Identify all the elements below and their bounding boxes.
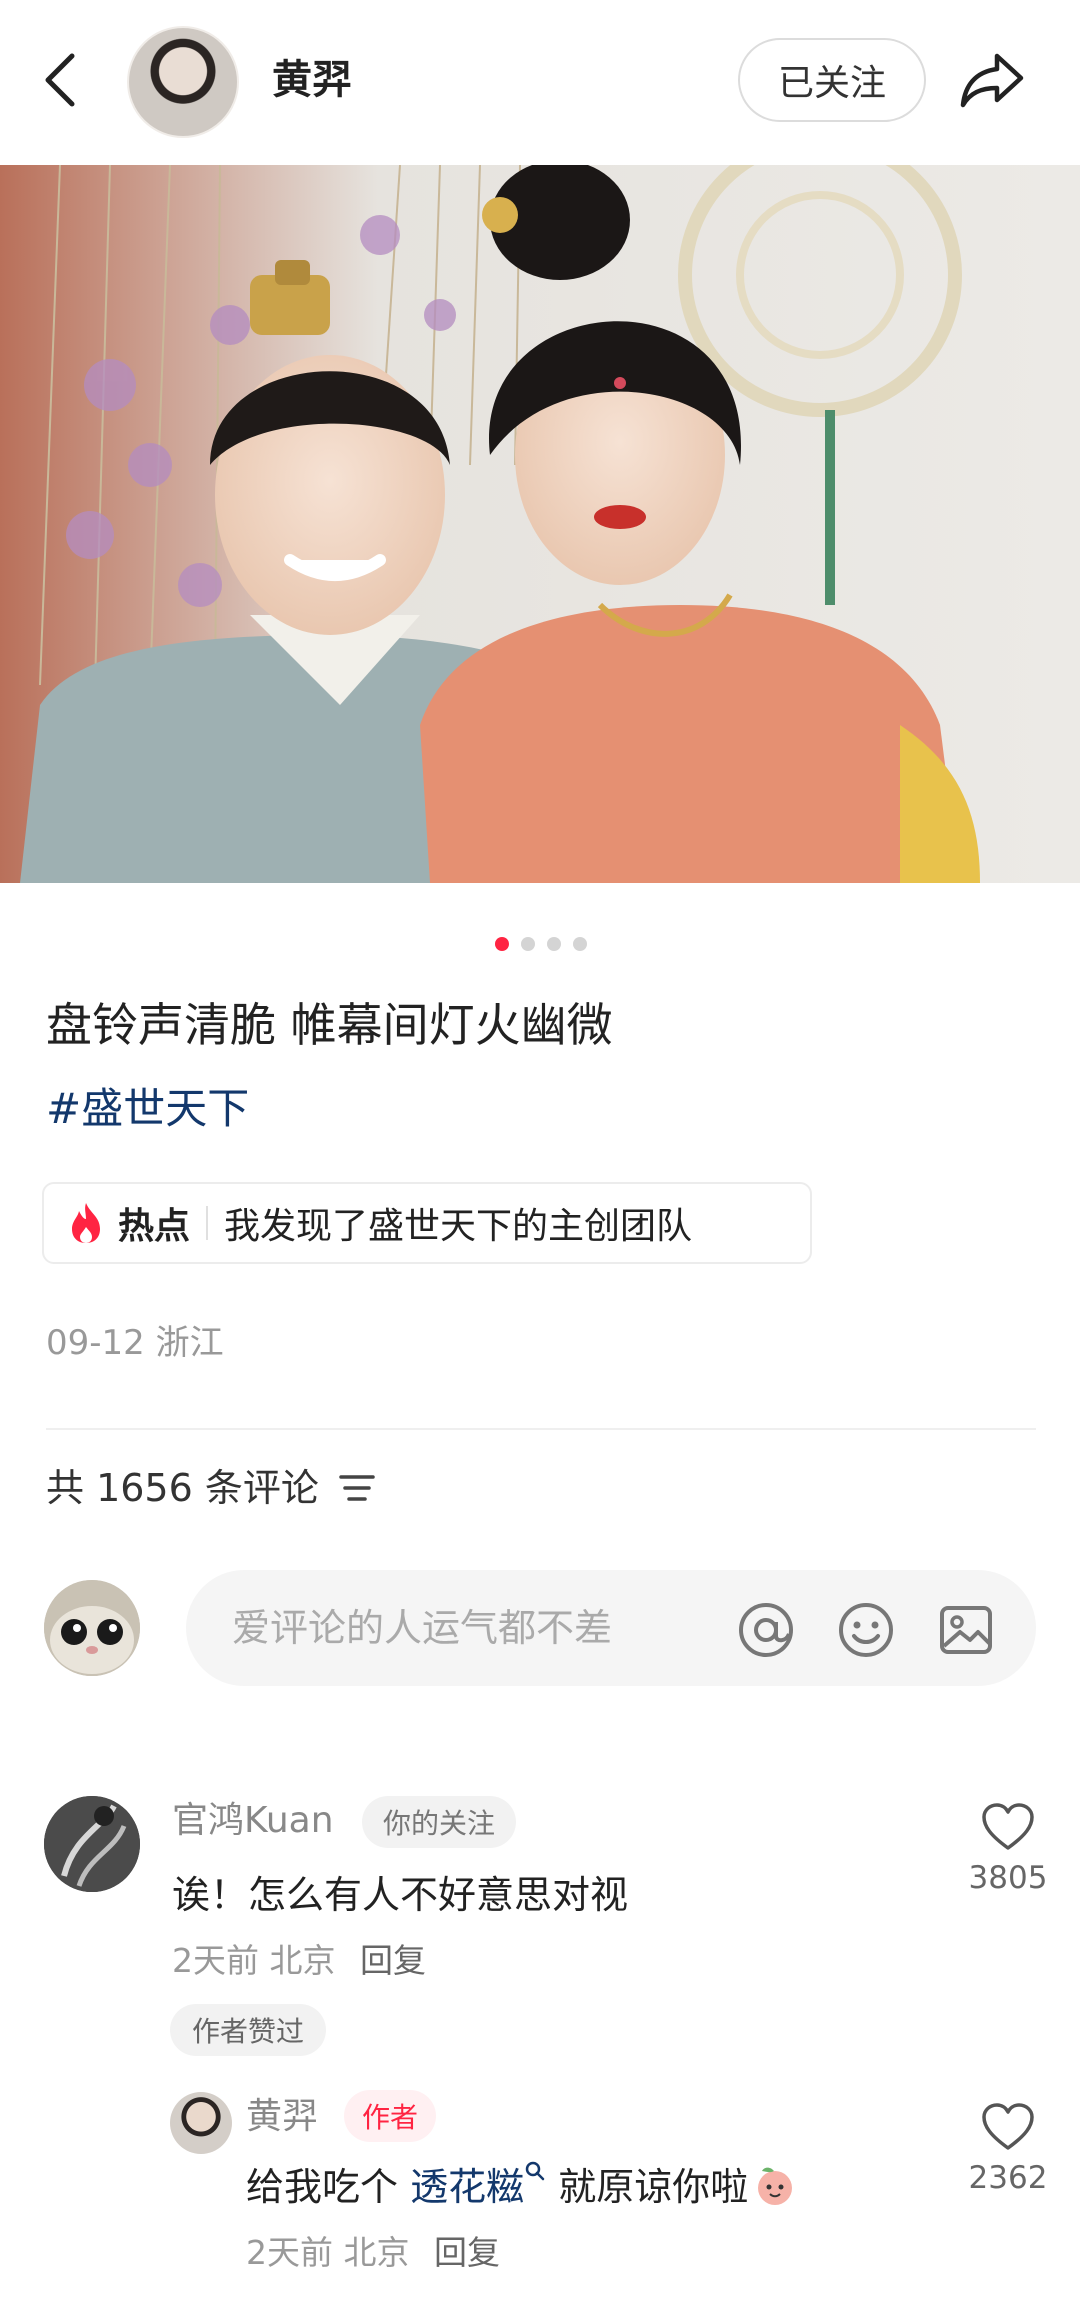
share-button[interactable]: [952, 44, 1032, 116]
comment-text[interactable]: 诶！怎么有人不好意思对视: [172, 1866, 628, 1924]
cat-avatar-image: [44, 1580, 140, 1676]
hot-topic-text: 我发现了盛世天下的主创团队: [224, 1206, 693, 1247]
post-hashtag[interactable]: #盛世天下: [46, 1076, 249, 1142]
comment-input-placeholder: 爱评论的人运气都不差: [232, 1606, 613, 1650]
reply-text[interactable]: 给我吃个 透花糍 就原谅你啦: [246, 2158, 798, 2216]
reply-button[interactable]: 回复: [360, 1941, 426, 1980]
commenter-photo: [44, 1796, 140, 1892]
comment-like-button[interactable]: 3805: [958, 1802, 1058, 1900]
emoji-icon[interactable]: [836, 1600, 896, 1660]
like-count: 2362: [968, 2160, 1048, 2196]
post-title: 盘铃声清脆 帷幕间灯火幽微: [46, 998, 613, 1052]
comment-time-location: 2天前 北京: [172, 1941, 336, 1980]
sort-icon[interactable]: [337, 1471, 377, 1505]
pagination-dot-active: [495, 937, 509, 951]
heart-icon: [982, 2103, 1034, 2150]
comment-avatar[interactable]: [44, 1796, 140, 1892]
reply-text-after: 就原谅你啦: [546, 2165, 749, 2209]
share-icon: [960, 53, 1024, 108]
image-icon[interactable]: [936, 1600, 996, 1660]
top-bar: 黄羿 已关注: [0, 0, 1080, 165]
author-liked-badge: 作者赞过: [170, 2004, 326, 2056]
post-photo: [0, 165, 1080, 883]
pagination-dot: [521, 937, 535, 951]
author-avatar[interactable]: [127, 26, 239, 138]
pagination-dot: [547, 937, 561, 951]
image-pagination: [495, 937, 587, 951]
follow-button[interactable]: 已关注: [738, 38, 926, 122]
heart-icon: [982, 1803, 1034, 1850]
reply-text-before: 给我吃个: [246, 2165, 411, 2209]
comment-input[interactable]: 爱评论的人运气都不差: [186, 1570, 1036, 1686]
reply-time-location: 2天前 北京: [246, 2233, 410, 2272]
author-badge: 作者: [344, 2090, 436, 2142]
chevron-left-icon: [45, 53, 75, 107]
like-count: 3805: [968, 1860, 1048, 1896]
peach-emoji-icon: [758, 2167, 793, 2205]
reply-reply-button[interactable]: 回复: [434, 2233, 500, 2272]
section-divider: [46, 1428, 1036, 1430]
hot-topic-label: 热点: [118, 1206, 191, 1247]
reply-avatar[interactable]: [170, 2092, 232, 2154]
current-user-avatar[interactable]: [44, 1580, 140, 1676]
mention-icon[interactable]: [736, 1600, 796, 1660]
post-date-location: 09-12 浙江: [46, 1323, 224, 1363]
reply-meta: 2天前 北京 回复: [246, 2228, 500, 2278]
comment-count-label: 共 1656 条评论: [46, 1466, 319, 1510]
pagination-dot: [573, 937, 587, 951]
comment-meta: 2天前 北京 回复: [172, 1936, 426, 1986]
author-name[interactable]: 黄羿: [272, 50, 352, 110]
reply-author-name[interactable]: 黄羿: [246, 2090, 318, 2144]
comment-count-header: 共 1656 条评论: [46, 1460, 377, 1516]
following-badge: 你的关注: [362, 1796, 516, 1848]
reply-search-link[interactable]: 透花糍: [410, 2165, 524, 2209]
hot-topic-divider: [206, 1206, 209, 1240]
reply-like-button[interactable]: 2362: [958, 2102, 1058, 2200]
hot-topic-card[interactable]: 热点 我发现了盛世天下的主创团队: [42, 1182, 812, 1264]
back-button[interactable]: [30, 40, 90, 120]
flame-icon: [72, 1203, 100, 1243]
post-image[interactable]: [0, 165, 1080, 883]
comment-author-name[interactable]: 官鸿Kuan: [172, 1794, 334, 1848]
search-icon[interactable]: [524, 2160, 546, 2186]
